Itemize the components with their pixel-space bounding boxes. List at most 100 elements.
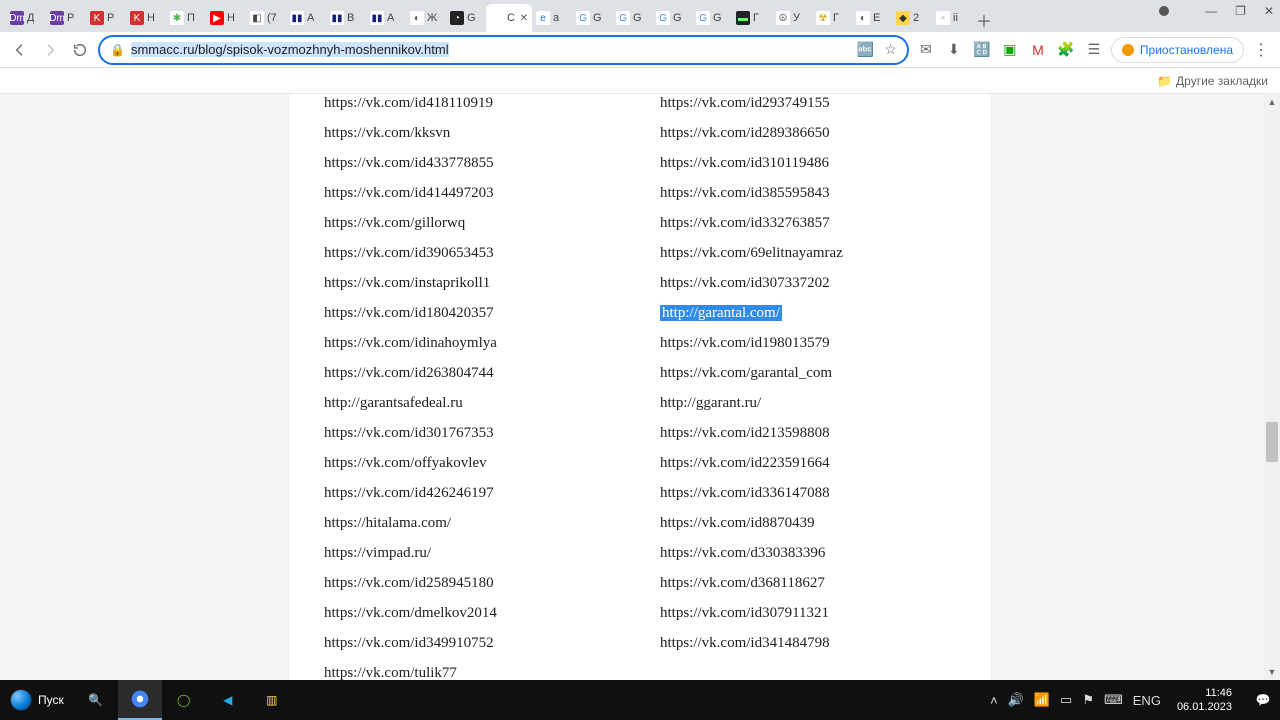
browser-tab[interactable]: ◧(7 [246, 4, 286, 32]
browser-tab[interactable]: DmД [6, 4, 46, 32]
ext-green-icon[interactable]: ▣ [999, 39, 1021, 61]
minimize-button[interactable]: — [1205, 4, 1217, 18]
scroll-thumb[interactable] [1266, 422, 1278, 462]
translate-icon[interactable]: 🔤 [857, 41, 874, 58]
start-button[interactable]: Пуск [0, 680, 74, 720]
scam-link[interactable]: https://vk.com/dmelkov2014 [324, 605, 497, 621]
scam-link[interactable]: https://vk.com/id289386650 [660, 125, 830, 141]
scam-link[interactable]: https://vk.com/id307337202 [660, 275, 830, 291]
tray-network-icon[interactable]: 📶 [1034, 692, 1050, 708]
browser-tab[interactable]: ✱П [166, 4, 206, 32]
scam-link[interactable]: https://vk.com/id301767353 [324, 425, 494, 441]
scam-link[interactable]: https://vk.com/id349910752 [324, 635, 494, 651]
scam-link[interactable]: https://vk.com/id223591664 [660, 455, 830, 471]
browser-tab[interactable]: GG [612, 4, 652, 32]
browser-tab[interactable]: KР [86, 4, 126, 32]
scam-link[interactable]: https://vk.com/id258945180 [324, 575, 494, 591]
address-bar[interactable]: 🔒 smmacc.ru/blog/spisok-vozmozhnyh-moshe… [98, 35, 909, 65]
back-button[interactable] [8, 38, 32, 62]
scam-link[interactable]: https://vk.com/id336147088 [660, 485, 830, 501]
taskbar-search-button[interactable]: 🔍 [74, 680, 118, 720]
scam-link[interactable]: https://vk.com/offyakovlev [324, 455, 487, 471]
scam-link[interactable]: https://vk.com/instaprikoll1 [324, 275, 490, 291]
browser-menu-button[interactable]: ⋮ [1250, 40, 1272, 60]
maximize-button[interactable]: ❐ [1235, 4, 1246, 18]
scam-link[interactable]: https://hitalama.com/ [324, 515, 451, 531]
other-bookmarks-folder[interactable]: 📁 Другие закладки [1157, 74, 1268, 88]
scam-link[interactable]: https://vk.com/id310119486 [660, 155, 829, 171]
browser-tab[interactable]: GG [652, 4, 692, 32]
scam-link[interactable]: https://vk.com/id332763857 [660, 215, 830, 231]
scroll-down-arrow[interactable]: ▼ [1264, 664, 1280, 680]
scam-link[interactable]: https://vk.com/id198013579 [660, 335, 830, 351]
browser-tab[interactable]: ea [532, 4, 572, 32]
scam-link[interactable]: https://vk.com/id341484798 [660, 635, 830, 651]
browser-tab[interactable]: Сп✕ [486, 4, 532, 32]
tray-keyboard-icon[interactable]: ⌨ [1104, 692, 1123, 708]
close-window-button[interactable]: ✕ [1264, 4, 1274, 18]
scam-link[interactable]: https://vk.com/d368118627 [660, 575, 825, 591]
tray-battery-icon[interactable]: ▭ [1060, 692, 1072, 708]
browser-tab[interactable]: GG [572, 4, 612, 32]
tab-close-icon[interactable]: ✕ [520, 13, 528, 24]
action-center-button[interactable]: 💬 [1246, 680, 1280, 720]
scroll-up-arrow[interactable]: ▲ [1264, 94, 1280, 110]
gmail-icon[interactable]: M [1027, 39, 1049, 61]
browser-tab[interactable]: ◆2 [892, 4, 932, 32]
scam-link[interactable]: https://vk.com/tulik77 [324, 665, 457, 680]
browser-tab[interactable]: ▮▮В [326, 4, 366, 32]
browser-tab[interactable]: DmР [46, 4, 86, 32]
bookmark-star-icon[interactable]: ☆ [884, 41, 897, 58]
new-tab-button[interactable]: ＋ [972, 8, 996, 32]
scam-link[interactable]: https://vk.com/gillorwq [324, 215, 465, 231]
vertical-scrollbar[interactable]: ▲ ▼ [1264, 94, 1280, 680]
scam-link[interactable]: https://vk.com/id293749155 [660, 95, 830, 111]
tray-chevron-icon[interactable]: ˄ [990, 693, 998, 708]
browser-tab[interactable]: ▬Г [732, 4, 772, 32]
scam-link[interactable]: https://vk.com/garantal_com [660, 365, 832, 381]
taskbar-clock[interactable]: 11:46 06.01.2023 [1171, 686, 1238, 714]
taskbar-utorrent-icon[interactable]: ◯ [162, 680, 206, 720]
browser-tab[interactable]: ▶Н [206, 4, 246, 32]
browser-tab[interactable]: ◐E [852, 4, 892, 32]
browser-tab[interactable]: ▮▮А [366, 4, 406, 32]
tray-lang-indicator[interactable]: ENG [1133, 693, 1161, 708]
scam-link[interactable]: http://ggarant.ru/ [660, 395, 761, 411]
browser-tab[interactable]: ▮▮А [286, 4, 326, 32]
taskbar-notepad-icon[interactable]: ▥ [250, 680, 294, 720]
reload-button[interactable] [68, 38, 92, 62]
browser-tab[interactable]: GG [692, 4, 732, 32]
scam-link[interactable]: https://vk.com/kksvn [324, 125, 450, 141]
scam-link[interactable]: https://vk.com/id414497203 [324, 185, 494, 201]
reading-list-icon[interactable]: ☰ [1083, 39, 1105, 61]
forward-button[interactable] [38, 38, 62, 62]
scam-link[interactable]: https://vk.com/id307911321 [660, 605, 829, 621]
scam-link[interactable]: https://vk.com/id426246197 [324, 485, 494, 501]
browser-tab[interactable]: ▫ii [932, 4, 972, 32]
scam-link[interactable]: https://vk.com/id263804744 [324, 365, 494, 381]
taskbar-telegram-icon[interactable]: ◀ [206, 680, 250, 720]
scam-link[interactable]: https://vimpad.ru/ [324, 545, 431, 561]
scam-link[interactable]: https://vk.com/id418110919 [324, 95, 493, 111]
scam-link[interactable]: https://vk.com/idinahoymlya [324, 335, 497, 351]
scam-link[interactable]: https://vk.com/id433778855 [324, 155, 494, 171]
scam-link[interactable]: https://vk.com/69elitnayamraz [660, 245, 843, 261]
gtranslate-ext-icon[interactable]: 🔠 [971, 39, 993, 61]
download-icon[interactable]: ⬇ [943, 39, 965, 61]
browser-tab[interactable]: ◔G [446, 4, 486, 32]
mail-icon[interactable]: ✉ [915, 39, 937, 61]
browser-tab[interactable]: ☮У [772, 4, 812, 32]
scam-link[interactable]: https://vk.com/id213598808 [660, 425, 830, 441]
scam-link[interactable]: https://vk.com/id385595843 [660, 185, 830, 201]
profile-paused-chip[interactable]: Приостановлена [1111, 37, 1244, 63]
extensions-icon[interactable]: 🧩 [1055, 39, 1077, 61]
scam-link[interactable]: https://vk.com/id390653453 [324, 245, 494, 261]
scam-link[interactable]: https://vk.com/d330383396 [660, 545, 825, 561]
scam-link[interactable]: https://vk.com/id8870439 [660, 515, 815, 531]
tray-volume-icon[interactable]: 🔊 [1008, 692, 1024, 708]
browser-tab[interactable]: ☢Г [812, 4, 852, 32]
scam-link[interactable]: http://garantsafedeal.ru [324, 395, 463, 411]
browser-tab[interactable]: KН [126, 4, 166, 32]
tray-security-icon[interactable]: ⚑ [1082, 692, 1094, 708]
scam-link[interactable]: http://garantal.com/ [660, 305, 782, 321]
